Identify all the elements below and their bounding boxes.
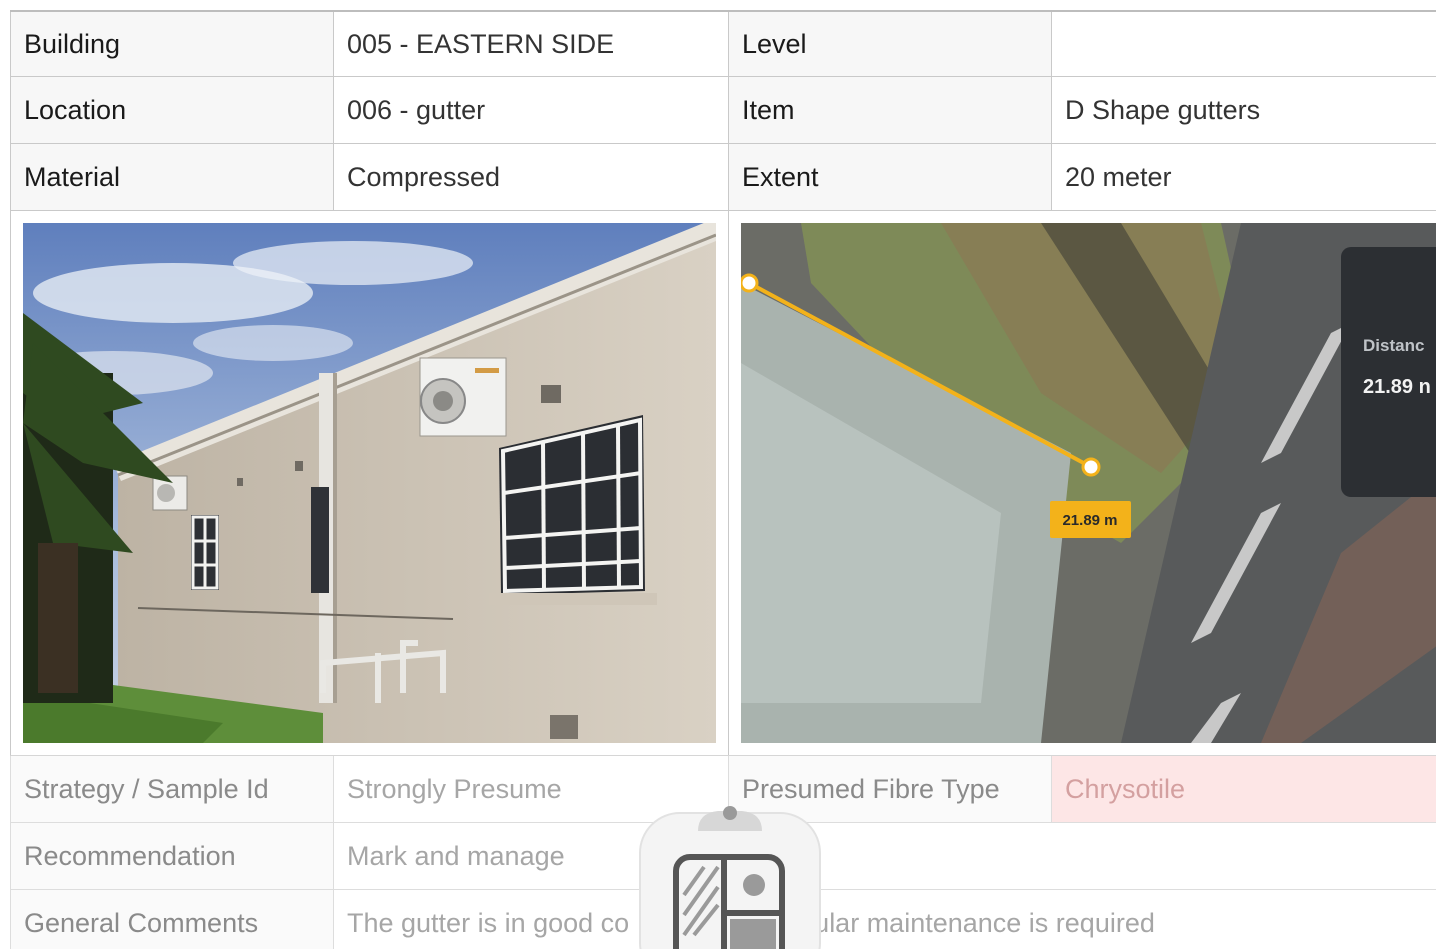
extent-label: Extent	[728, 144, 1051, 210]
fibre-type-value[interactable]: Chrysotile	[1051, 756, 1436, 822]
table-row-building: Building 005 - EASTERN SIDE Level	[10, 10, 1436, 77]
measure-badge-text: 21.89 m	[1062, 512, 1117, 529]
distance-panel-value: 21.89 n	[1363, 376, 1431, 398]
recommendation-label: Recommendation	[10, 823, 333, 889]
building-photo[interactable]	[23, 223, 716, 743]
comments-label: General Comments	[10, 890, 333, 949]
building-value[interactable]: 005 - EASTERN SIDE	[333, 12, 728, 76]
building-label: Building	[10, 12, 333, 76]
clipboard-gallery-icon[interactable]	[638, 795, 822, 949]
table-row-material: Material Compressed Extent 20 meter	[10, 144, 1436, 211]
map-measurement-photo[interactable]: 21.89 m Distanc 21.89 n	[741, 223, 1436, 743]
material-label: Material	[10, 144, 333, 210]
extent-value[interactable]: 20 meter	[1051, 144, 1436, 210]
item-label: Item	[728, 77, 1051, 143]
recommendation-value[interactable]: Mark and manage	[333, 823, 1436, 889]
location-value[interactable]: 006 - gutter	[333, 77, 728, 143]
item-value[interactable]: D Shape gutters	[1051, 77, 1436, 143]
distance-panel-title: Distanc	[1363, 336, 1424, 355]
material-value[interactable]: Compressed	[333, 144, 728, 210]
level-value[interactable]	[1051, 12, 1436, 76]
comments-text-left: The gutter is in good co	[347, 907, 630, 938]
building-photo-cell	[11, 211, 729, 755]
comments-text-right: ular maintenance is required	[814, 907, 1155, 938]
map-photo-cell: 21.89 m Distanc 21.89 n	[729, 211, 1436, 755]
comments-value[interactable]: The gutter is in good co ular maintenanc…	[333, 890, 1436, 949]
table-row-location: Location 006 - gutter Item D Shape gutte…	[10, 77, 1436, 144]
location-label: Location	[10, 77, 333, 143]
strategy-label: Strategy / Sample Id	[10, 756, 333, 822]
photos-row: 21.89 m Distanc 21.89 n	[10, 211, 1436, 756]
level-label: Level	[728, 12, 1051, 76]
